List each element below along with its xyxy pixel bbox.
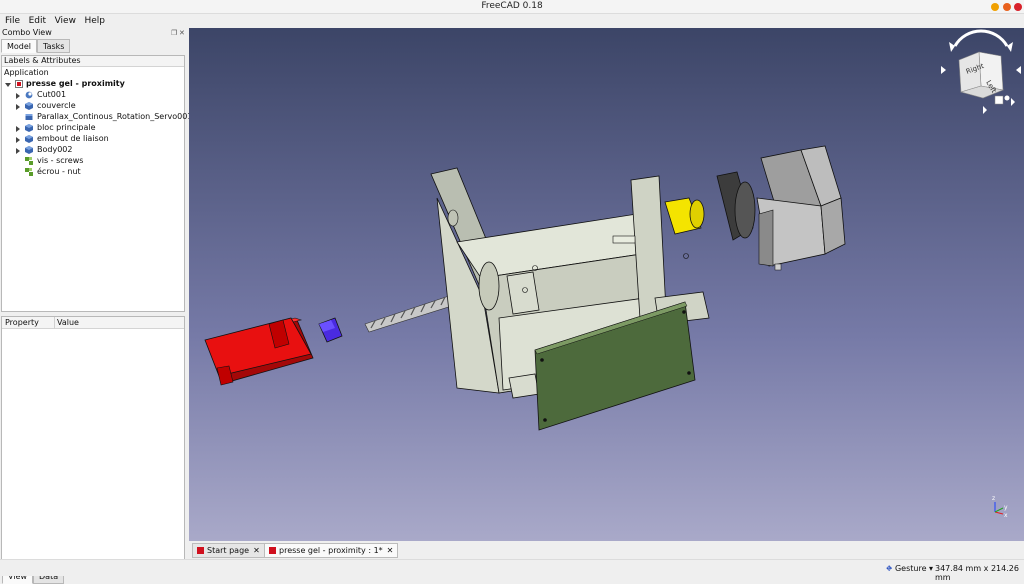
menu-file[interactable]: File xyxy=(5,16,20,26)
column-divider[interactable] xyxy=(54,317,55,329)
menu-view[interactable]: View xyxy=(55,16,76,26)
combo-tabs: Model Tasks xyxy=(0,39,188,53)
title-bar: FreeCAD 0.18 xyxy=(0,0,1024,14)
group-icon xyxy=(25,168,33,176)
tree-item[interactable]: Cut001 xyxy=(2,90,186,101)
tree-item-label: couvercle xyxy=(37,101,76,110)
axis-x-label: x xyxy=(1004,512,1008,519)
freecad-icon xyxy=(269,547,276,554)
collapse-arrow-icon[interactable] xyxy=(5,83,11,87)
property-column-header: Property xyxy=(5,318,39,327)
tab-document-label: presse gel - proximity : 1* xyxy=(279,546,383,555)
tree-item-label: écrou - nut xyxy=(37,167,81,176)
combo-view-header: Combo View ❐ ✕ xyxy=(0,28,188,39)
float-panel-icon[interactable]: ❐ xyxy=(171,29,177,37)
navigation-style[interactable]: ⛖ Gesture ▾ xyxy=(886,564,933,574)
tree-document[interactable]: presse gel - proximity xyxy=(2,79,186,90)
body-icon xyxy=(25,124,33,132)
combo-view-panel: Combo View ❐ ✕ Model Tasks Labels & Attr… xyxy=(0,28,192,584)
value-column-header: Value xyxy=(57,318,79,327)
body-icon xyxy=(25,102,33,110)
axis-triad: z x y xyxy=(992,495,1008,519)
tree-item-label: embout de liaison xyxy=(37,134,109,143)
expand-arrow-icon[interactable] xyxy=(16,126,20,132)
part-icon xyxy=(25,113,33,121)
tree-item-label: bloc principale xyxy=(37,123,96,132)
menu-help[interactable]: Help xyxy=(85,16,106,26)
tree-item[interactable]: vis - screws xyxy=(2,156,186,167)
tree-item[interactable]: couvercle xyxy=(2,101,186,112)
window-title: FreeCAD 0.18 xyxy=(481,1,543,11)
navigation-style-label: Gesture xyxy=(894,564,927,573)
maximize-icon[interactable] xyxy=(1003,3,1011,11)
cut-icon xyxy=(25,91,33,99)
tab-tasks[interactable]: Tasks xyxy=(37,39,71,53)
servo-part[interactable] xyxy=(716,145,846,271)
view-menu-cube-icon xyxy=(994,95,1004,105)
expand-arrow-icon[interactable] xyxy=(16,104,20,110)
body-icon xyxy=(25,146,33,154)
axis-z-label: z xyxy=(992,495,995,502)
status-bar: ⛖ Gesture ▾ 347.84 mm x 214.26 mm xyxy=(0,559,1024,582)
close-panel-icon[interactable]: ✕ xyxy=(179,29,185,37)
tab-document[interactable]: presse gel - proximity : 1* ✕ xyxy=(264,543,399,558)
tree-item[interactable]: embout de liaison xyxy=(2,134,186,145)
scene-svg[interactable]: Right Left z x y xyxy=(189,28,1024,541)
tree-item[interactable]: Body002 xyxy=(2,145,186,156)
group-icon xyxy=(25,157,33,165)
model-tree[interactable]: Labels & Attributes Application presse g… xyxy=(1,55,192,312)
yellow-coupling-part[interactable] xyxy=(664,197,705,235)
expand-arrow-icon[interactable] xyxy=(16,148,20,154)
dimension-readout: 347.84 mm x 214.26 mm xyxy=(935,564,1019,582)
navigation-cube[interactable]: Right Left xyxy=(941,29,1021,114)
property-view[interactable]: Property Value xyxy=(1,316,185,569)
tree-root-label: Application xyxy=(4,68,49,77)
document-tab-bar: Start page ✕ presse gel - proximity : 1* ✕ xyxy=(189,541,1024,559)
tree-item-label: Parallax_Continous_Rotation_Servo001 xyxy=(37,112,193,121)
axis-y-label: y xyxy=(1004,504,1008,511)
menu-edit[interactable]: Edit xyxy=(29,16,46,26)
combo-view-title: Combo View xyxy=(2,28,52,37)
blue-ring-part[interactable] xyxy=(318,317,343,343)
tree-item[interactable]: écrou - nut xyxy=(2,167,186,178)
tab-model[interactable]: Model xyxy=(1,39,38,53)
tab-start-page-label: Start page xyxy=(207,546,250,555)
close-tab-icon[interactable]: ✕ xyxy=(387,546,394,555)
tree-item[interactable]: Parallax_Continous_Rotation_Servo001 xyxy=(2,112,192,123)
tab-start-page[interactable]: Start page ✕ xyxy=(192,543,265,558)
tree-item-label: Body002 xyxy=(37,145,73,154)
3d-viewport[interactable]: Right Left z x y xyxy=(189,28,1024,541)
property-header: Property Value xyxy=(2,317,184,329)
document-icon xyxy=(15,80,23,88)
tree-item[interactable]: bloc principale xyxy=(2,123,186,134)
tree-item-label: vis - screws xyxy=(37,156,84,165)
tree-item-label: Cut001 xyxy=(37,90,67,99)
red-cap-part[interactable] xyxy=(204,317,314,386)
expand-arrow-icon[interactable] xyxy=(16,137,20,143)
nav-style-icon: ⛖ xyxy=(886,564,893,573)
body-icon xyxy=(25,135,33,143)
tree-header: Labels & Attributes xyxy=(2,56,184,67)
minimize-icon[interactable] xyxy=(991,3,999,11)
document-label: presse gel - proximity xyxy=(26,79,125,88)
freecad-icon xyxy=(197,547,204,554)
expand-arrow-icon[interactable] xyxy=(16,93,20,99)
close-tab-icon[interactable]: ✕ xyxy=(253,546,260,555)
close-icon[interactable] xyxy=(1014,3,1022,11)
menu-bar: File Edit View Help xyxy=(0,14,1024,28)
